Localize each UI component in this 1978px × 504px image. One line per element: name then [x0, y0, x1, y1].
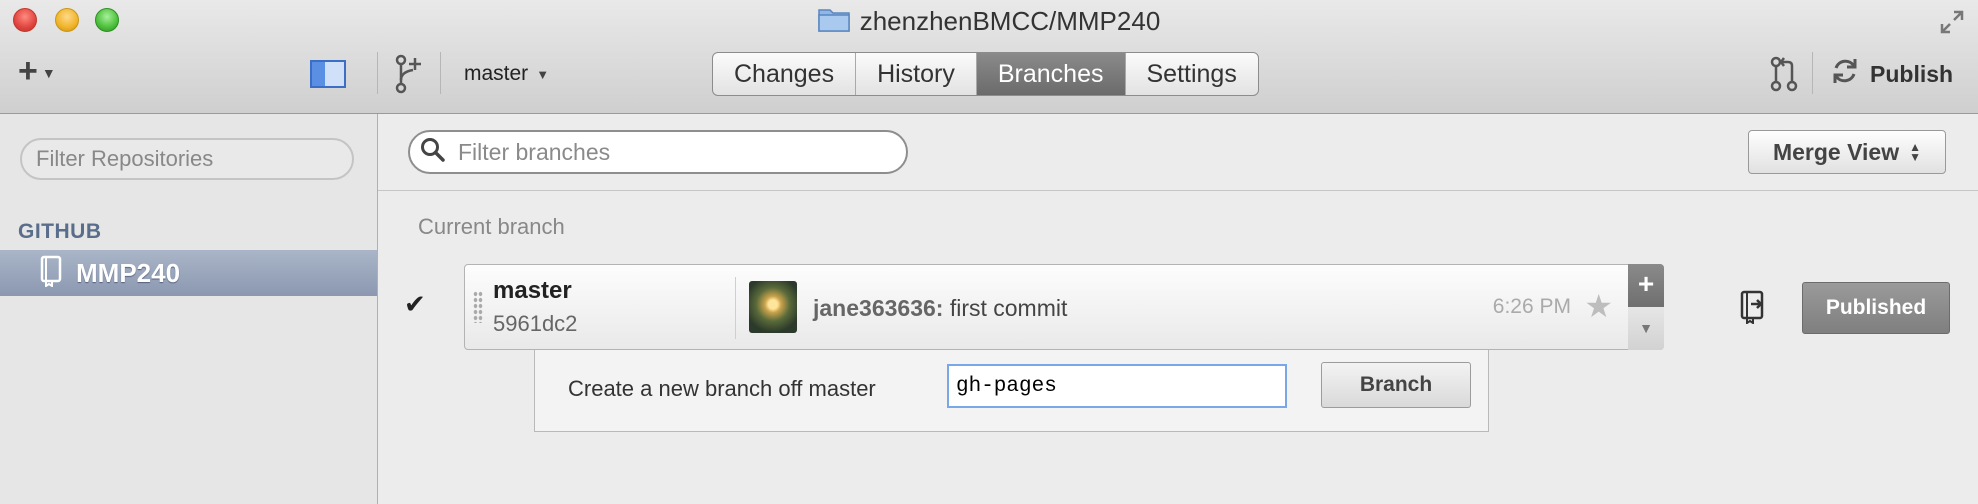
- publish-label: Publish: [1870, 60, 1954, 87]
- merge-view-label: Merge View: [1772, 138, 1900, 165]
- drag-handle-icon[interactable]: [473, 291, 483, 323]
- pull-request-icon[interactable]: [1770, 56, 1798, 97]
- branches-panel: Merge View ▲▼ Current branch ✔ master 59…: [378, 114, 1978, 504]
- filter-branches-field[interactable]: [408, 130, 908, 174]
- chevron-down-icon: ▼: [41, 65, 56, 82]
- branches-filter-bar: Merge View ▲▼: [378, 114, 1978, 191]
- window-title: zhenzhenBMCC/MMP240: [0, 4, 1978, 40]
- new-branch-popover: Create a new branch off master Branch: [534, 350, 1489, 432]
- commit-sha: 5961dc2: [493, 311, 578, 336]
- commit-time: 6:26 PM: [1492, 295, 1571, 318]
- tab-history[interactable]: History: [856, 53, 977, 95]
- up-down-chevron-icon: ▲ ▼: [1909, 140, 1922, 164]
- branch-name: master: [493, 277, 572, 304]
- new-branch-name-input[interactable]: [947, 364, 1287, 408]
- view-tabs: Changes History Branches Settings: [712, 52, 1259, 96]
- new-branch-label: Create a new branch off master: [568, 376, 876, 401]
- branch-selector[interactable]: master ▼: [464, 62, 549, 86]
- fullscreen-icon[interactable]: [1940, 10, 1964, 39]
- window-toolbar: zhenzhenBMCC/MMP240 + ▼ master ▼ Changes H…: [0, 0, 1978, 114]
- checkmark-icon: ✔: [404, 289, 426, 319]
- merge-view-button[interactable]: Merge View ▲ ▼: [1748, 130, 1946, 174]
- filter-repositories-input[interactable]: Filter Repositories: [20, 138, 354, 180]
- avatar: [749, 281, 797, 333]
- new-branch-button[interactable]: +: [1628, 264, 1664, 307]
- toolbar-divider: [377, 52, 378, 94]
- commit-author: jane363636:: [813, 295, 944, 321]
- branch-icon[interactable]: [393, 54, 423, 99]
- tab-branches[interactable]: Branches: [976, 53, 1126, 95]
- branch-row-actions: + ▼: [1628, 264, 1664, 350]
- toolbar-divider: [440, 52, 441, 94]
- repository-icon: [40, 255, 62, 292]
- branch-selector-label: master: [464, 62, 529, 85]
- create-branch-button[interactable]: Branch: [1321, 362, 1471, 408]
- sidebar: Filter Repositories GITHUB MMP240: [0, 114, 378, 504]
- publish-button[interactable]: Publish: [1830, 56, 1953, 92]
- chevron-down-icon[interactable]: ▼: [1628, 307, 1664, 350]
- commit-message: first commit: [943, 295, 1068, 321]
- search-icon: [420, 137, 446, 168]
- tab-changes[interactable]: Changes: [713, 53, 857, 95]
- plus-icon: +: [18, 52, 38, 90]
- published-status-badge[interactable]: Published: [1802, 282, 1950, 334]
- tab-settings[interactable]: Settings: [1126, 53, 1258, 95]
- branch-row[interactable]: master 5961dc2 jane363636: first commit …: [464, 264, 1664, 350]
- toolbar-divider: [1812, 52, 1813, 94]
- filter-branches-input[interactable]: [456, 137, 880, 167]
- sidebar-item-label: MMP240: [76, 257, 181, 288]
- sidebar-item-mmp240[interactable]: MMP240: [0, 250, 377, 296]
- add-menu-button[interactable]: + ▼: [18, 54, 56, 88]
- sidebar-toggle-icon[interactable]: [310, 60, 346, 88]
- row-divider: [735, 277, 736, 339]
- sync-icon: [1830, 56, 1860, 92]
- sidebar-section-header: GITHUB: [18, 220, 102, 243]
- star-icon[interactable]: ★: [1584, 290, 1613, 322]
- window-title-text: zhenzhenBMCC/MMP240: [859, 6, 1161, 36]
- current-branch-heading: Current branch: [418, 214, 565, 239]
- folder-icon: [817, 6, 850, 40]
- commit-summary: jane363636: first commit: [813, 295, 1067, 322]
- sync-status-icon[interactable]: [1738, 290, 1768, 329]
- chevron-down-icon: ▼: [536, 66, 550, 82]
